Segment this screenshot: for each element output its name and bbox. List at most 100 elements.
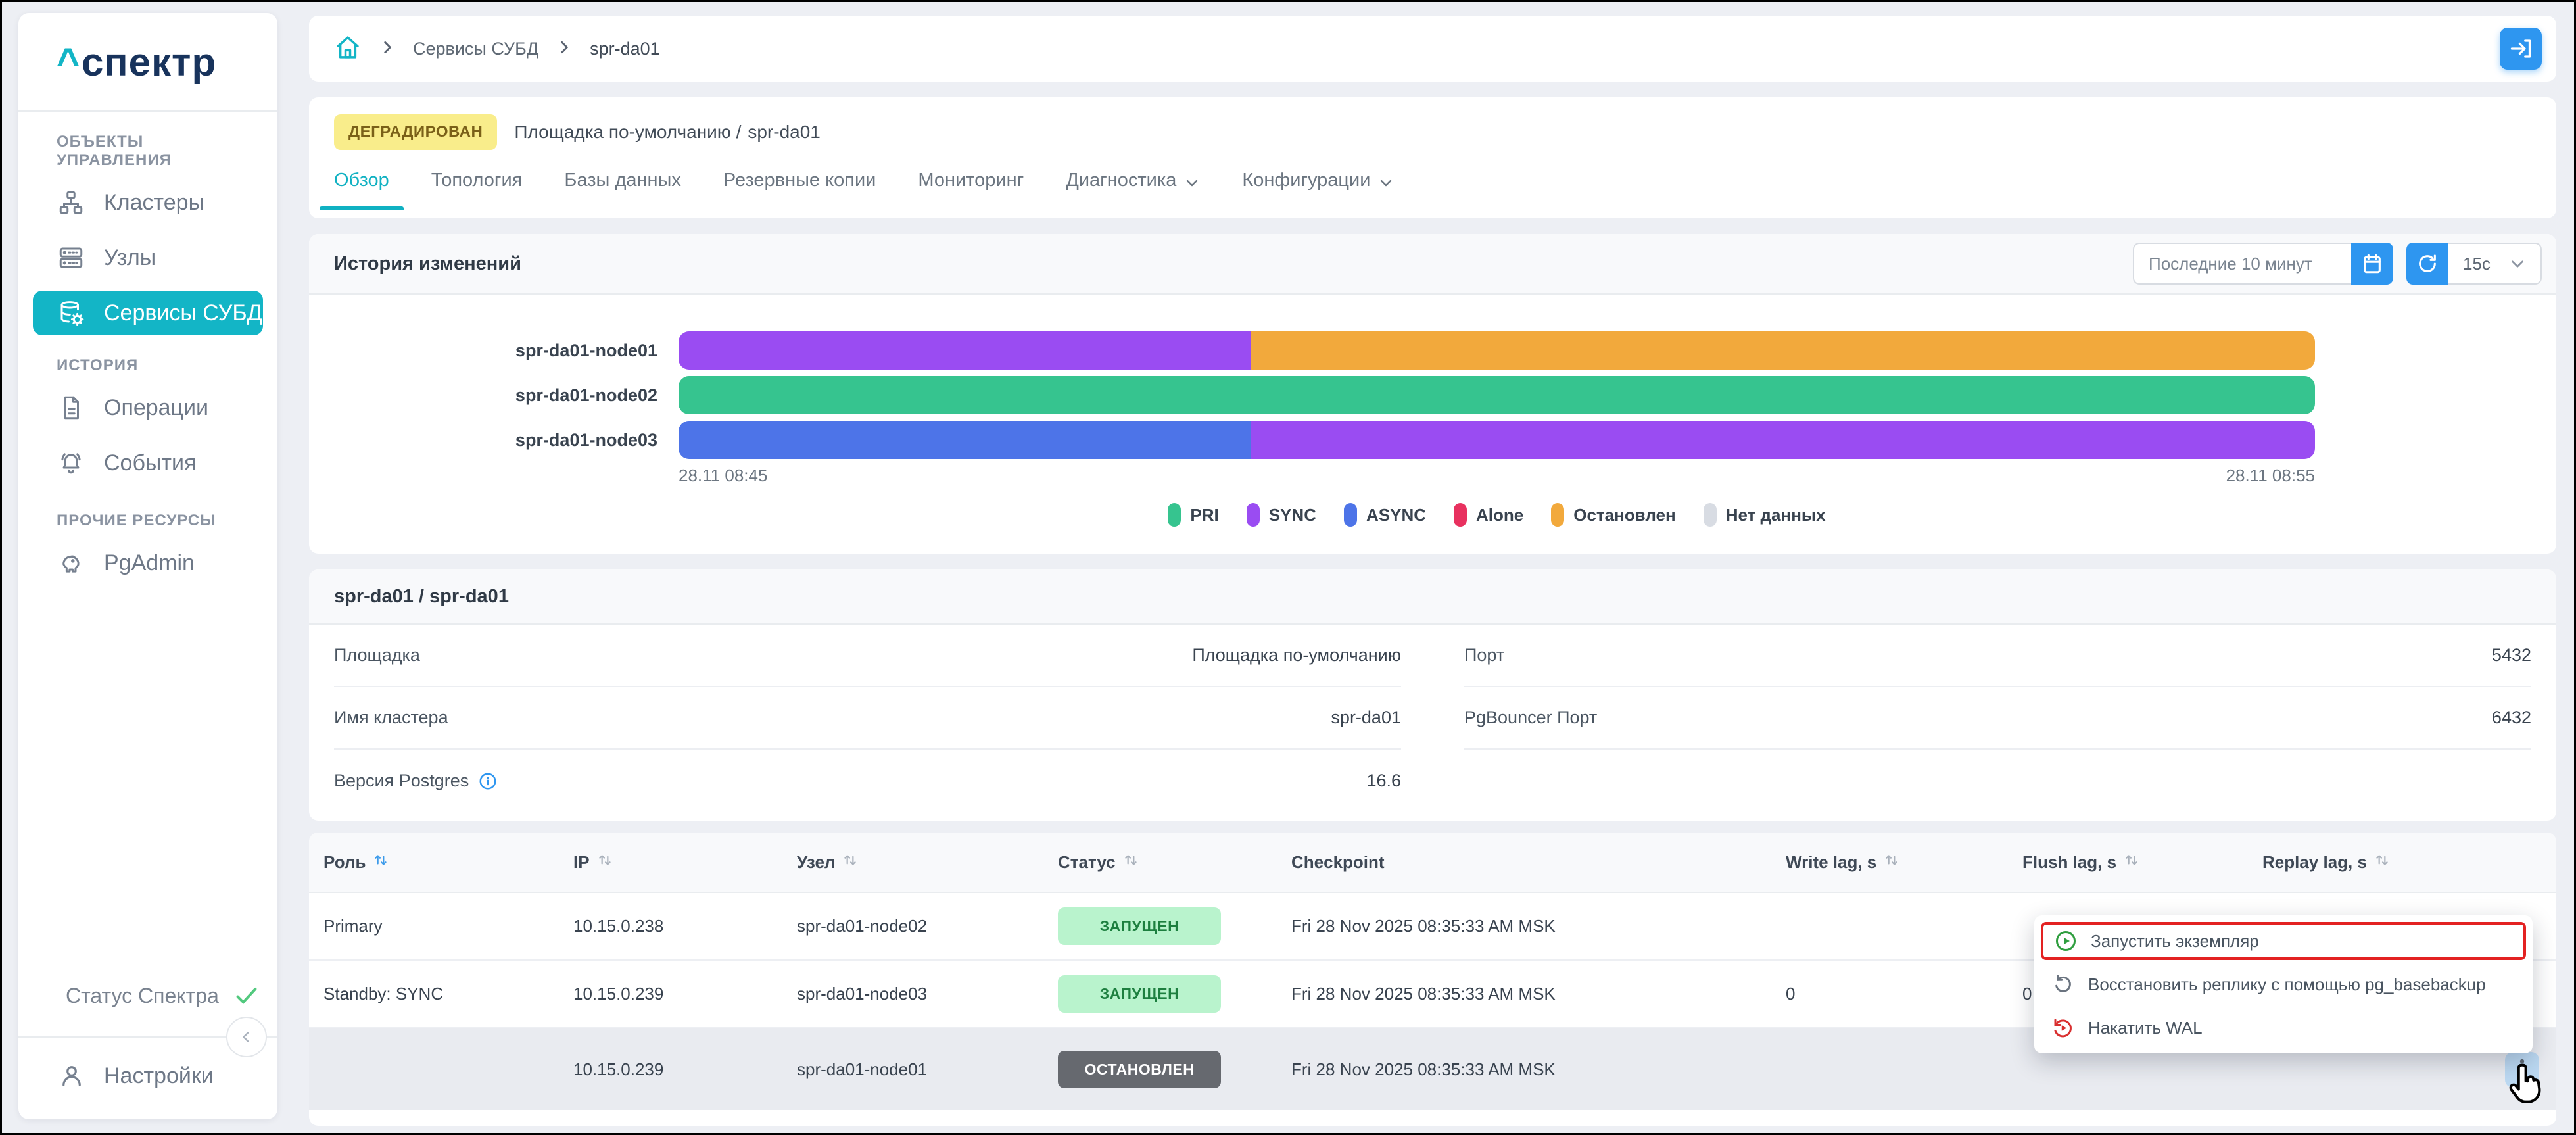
timeline-segment	[679, 421, 1251, 459]
calendar-button[interactable]	[2351, 243, 2393, 285]
info-row-cluster-name: Имя кластера spr-da01	[334, 687, 1401, 750]
sidebar-item-settings[interactable]: Настройки	[18, 1048, 277, 1103]
home-icon[interactable]	[334, 34, 362, 64]
column-header-status[interactable]: Статус	[1043, 852, 1277, 873]
nodes-icon	[57, 243, 85, 272]
info-icon[interactable]	[478, 771, 498, 791]
cluster-icon	[57, 188, 85, 217]
legend-item: Остановлен	[1551, 503, 1675, 527]
sidebar-nav: ОБЪЕКТЫ УПРАВЛЕНИЯ Кластеры Узлы Сервисы…	[18, 133, 277, 591]
status-timeline-chart: spr-da01-node01 spr-da01-node02 spr-da01…	[309, 295, 2556, 527]
legend-swatch	[1344, 503, 1357, 527]
legend-item: SYNC	[1247, 503, 1316, 527]
sidebar-item-pgadmin[interactable]: PgAdmin	[33, 535, 263, 591]
time-range-control	[2133, 243, 2393, 285]
spektr-status: Статус Спектра	[18, 982, 277, 1009]
column-header-write-lag[interactable]: Write lag, s	[1771, 852, 2008, 873]
sidebar-item-nodes[interactable]: Узлы	[33, 230, 263, 285]
menu-item-apply-wal[interactable]: Накатить WAL	[2041, 1009, 2526, 1047]
breadcrumb: Сервисы СУБД spr-da01	[309, 16, 2556, 82]
refresh-interval-select[interactable]: 15с	[2448, 243, 2542, 285]
sidebar: ^спектр ОБЪЕКТЫ УПРАВЛЕНИЯ Кластеры Узлы…	[18, 13, 277, 1119]
cluster-info-right-column: Порт 5432 PgBouncer Порт 6432	[1464, 625, 2531, 812]
service-site: Площадка по-умолчанию /	[514, 122, 741, 142]
change-history-header: История изменений 15с	[309, 234, 2556, 295]
mouse-cursor-hand-icon	[2506, 1060, 2550, 1115]
timeline-start-label: 28.11 08:45	[679, 466, 767, 486]
refresh-control: 15с	[2406, 243, 2542, 285]
info-row-postgres-version: Версия Postgres 16.6	[334, 750, 1401, 812]
change-history-panel: История изменений 15с spr-da01-node01	[309, 234, 2556, 554]
menu-item-restore-replica[interactable]: Восстановить реплику с помощью pg_baseba…	[2041, 965, 2526, 1003]
status-badge: ЗАПУЩЕН	[1058, 907, 1221, 945]
document-icon	[57, 393, 85, 422]
breadcrumb-item-current: spr-da01	[590, 39, 660, 59]
timeline-segment	[679, 376, 2315, 414]
legend-swatch	[1454, 503, 1467, 527]
bell-icon	[57, 448, 85, 477]
timeline-row: spr-da01-node03	[309, 421, 2556, 459]
sidebar-item-label: Сервисы СУБД	[104, 301, 262, 326]
sidebar-item-events[interactable]: События	[33, 435, 263, 491]
refresh-button[interactable]	[2406, 243, 2448, 285]
tab-diagnostics[interactable]: Диагностика	[1066, 166, 1200, 210]
tab-configurations[interactable]: Конфигурации	[1242, 166, 1394, 210]
service-name: spr-da01	[748, 122, 821, 142]
sort-icon	[842, 852, 859, 873]
tab-topology[interactable]: Топология	[431, 166, 523, 210]
refresh-icon	[2416, 253, 2439, 275]
cluster-info-title: spr-da01 / spr-da01	[334, 586, 509, 608]
tab-databases[interactable]: Базы данных	[564, 166, 680, 210]
service-path: Площадка по-умолчанию / spr-da01	[514, 122, 821, 143]
tab-bar: Обзор Топология Базы данных Резервные ко…	[309, 166, 2556, 210]
service-title-row: ДЕГРАДИРОВАН Площадка по-умолчанию /spr-…	[309, 97, 2556, 150]
sidebar-item-label: Кластеры	[104, 190, 204, 216]
timeline-track[interactable]	[679, 376, 2315, 414]
column-header-replay-lag[interactable]: Replay lag, s	[2248, 852, 2542, 873]
sidebar-item-label: Операции	[104, 395, 208, 421]
breadcrumb-item-db-services[interactable]: Сервисы СУБД	[413, 39, 538, 59]
tab-monitoring[interactable]: Мониторинг	[918, 166, 1024, 210]
history-controls: 15с	[2133, 243, 2542, 285]
sort-icon	[596, 852, 613, 873]
sidebar-item-db-services[interactable]: Сервисы СУБД	[33, 291, 263, 335]
timeline-legend: PRI SYNC ASYNC Alone Остановлен Нет данн…	[679, 503, 2315, 527]
timeline-track[interactable]	[679, 331, 2315, 370]
chevron-down-icon	[1378, 175, 1394, 191]
tab-overview[interactable]: Обзор	[334, 166, 389, 210]
legend-item: ASYNC	[1344, 503, 1426, 527]
chevron-down-icon	[1184, 175, 1200, 191]
sidebar-item-clusters[interactable]: Кластеры	[33, 175, 263, 230]
menu-item-start-instance[interactable]: Запустить экземпляр	[2041, 922, 2526, 960]
column-header-checkpoint: Checkpoint	[1277, 852, 1771, 873]
tab-backups[interactable]: Резервные копии	[723, 166, 876, 210]
legend-item: Нет данных	[1704, 503, 1826, 527]
sidebar-item-label: События	[104, 450, 196, 476]
cluster-info-body: Площадка Площадка по-умолчанию Имя класт…	[309, 625, 2556, 812]
sort-icon	[1883, 852, 1900, 873]
timeline-track[interactable]	[679, 421, 2315, 459]
column-header-node[interactable]: Узел	[782, 852, 1043, 873]
sort-icon	[2373, 852, 2391, 873]
timeline-segment	[679, 331, 1251, 370]
legend-swatch	[1551, 503, 1564, 527]
settings-label: Настройки	[104, 1063, 214, 1089]
play-circle-icon	[2054, 929, 2078, 953]
info-row-site: Площадка Площадка по-умолчанию	[334, 625, 1401, 687]
sidebar-item-label: Узлы	[104, 245, 156, 271]
time-range-input[interactable]	[2133, 243, 2351, 285]
sidebar-item-operations[interactable]: Операции	[33, 380, 263, 435]
column-header-ip[interactable]: IP	[559, 852, 782, 873]
user-icon	[58, 1062, 85, 1090]
info-row-pgbouncer-port: PgBouncer Порт 6432	[1464, 687, 2531, 750]
panel-title: История изменений	[334, 253, 521, 275]
timeline-row: spr-da01-node01	[309, 331, 2556, 370]
column-header-role[interactable]: Роль	[309, 852, 559, 873]
chevron-left-icon	[238, 1028, 255, 1046]
logout-button[interactable]	[2500, 28, 2542, 70]
login-arrow-icon	[2509, 37, 2533, 60]
column-header-flush-lag[interactable]: Flush lag, s	[2008, 852, 2248, 873]
nav-section-objects: ОБЪЕКТЫ УПРАВЛЕНИЯ	[33, 133, 263, 170]
logo-caret-icon: ^	[57, 39, 80, 85]
sort-icon	[2123, 852, 2140, 873]
